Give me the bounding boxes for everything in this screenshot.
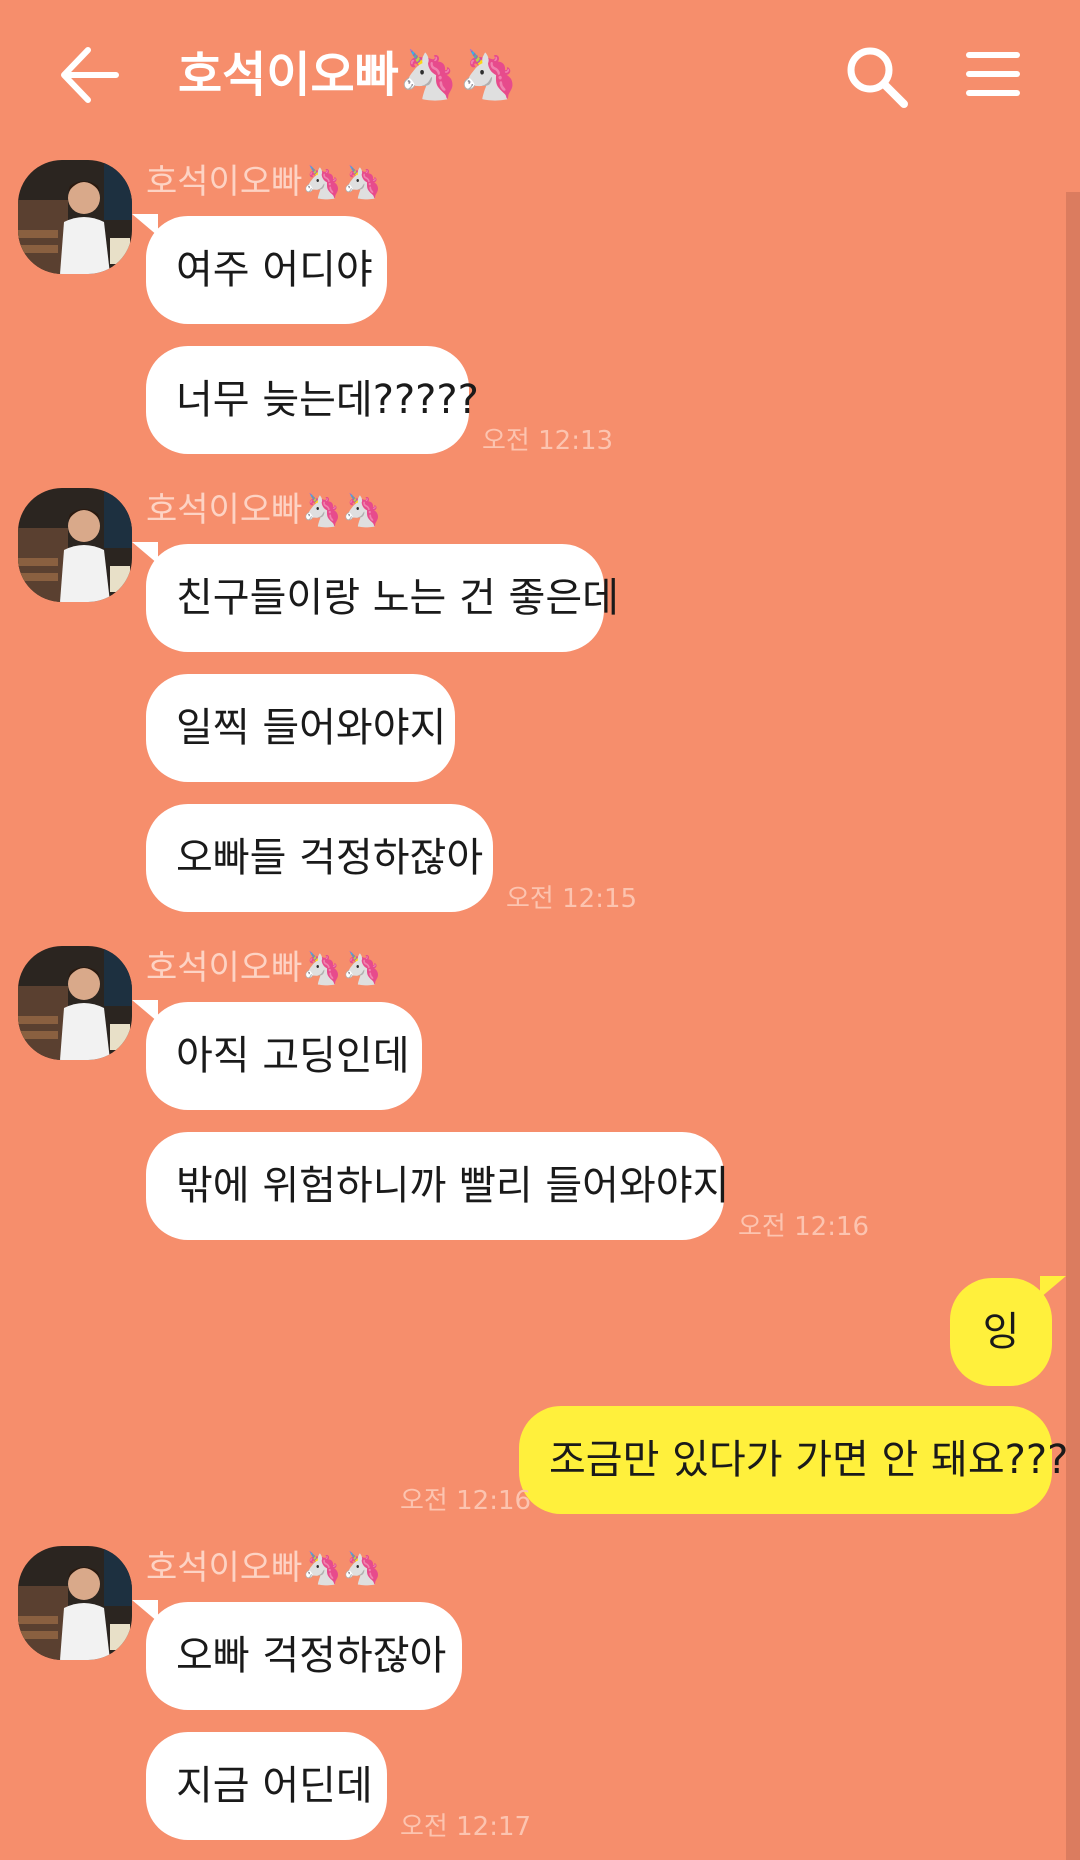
- message-timestamp: 오전 12:16: [400, 1486, 532, 1516]
- message-bubble[interactable]: 너무 늦는데?????: [146, 346, 479, 454]
- message-timestamp: 오전 12:13: [482, 426, 614, 456]
- message-bubble[interactable]: 밖에 위험하니까 빨리 들어와야지: [146, 1132, 729, 1240]
- unicorn-emoji-pair: 🦄🦄: [302, 163, 383, 201]
- message-bubble[interactable]: 오빠 걱정하잖아: [132, 1600, 462, 1710]
- message-bubble[interactable]: 아직 고딩인데: [132, 1000, 422, 1110]
- message-bubble[interactable]: 일찍 들어와야지: [146, 674, 455, 782]
- sender-name: 호석이오빠🦄🦄: [146, 1548, 383, 1588]
- avatar[interactable]: [18, 160, 132, 274]
- avatar[interactable]: [18, 946, 132, 1060]
- menu-button[interactable]: [966, 48, 1026, 100]
- avatar[interactable]: [18, 488, 132, 602]
- message-bubble[interactable]: 지금 어딘데: [146, 1732, 387, 1840]
- chat-title: 호석이오빠🦄🦄: [178, 47, 519, 103]
- sender-name: 호석이오빠🦄🦄: [146, 948, 383, 988]
- back-button[interactable]: [58, 38, 120, 112]
- sender-name: 호석이오빠🦄🦄: [146, 162, 383, 202]
- sender-name: 호석이오빠🦄🦄: [146, 490, 383, 530]
- avatar-photo: [18, 946, 132, 1060]
- search-icon: [847, 47, 908, 108]
- chat-header: 호석이오빠🦄🦄: [0, 0, 1080, 150]
- unicorn-emoji-pair: 🦄🦄: [302, 491, 383, 529]
- my-message-bubble[interactable]: 잉: [950, 1276, 1066, 1386]
- unicorn-emoji-pair: 🦄🦄: [302, 1549, 383, 1587]
- unicorn-emoji-pair: 🦄🦄: [302, 949, 383, 987]
- arrow-left-icon: [61, 47, 119, 103]
- avatar-photo: [18, 488, 132, 602]
- message-timestamp: 오전 12:16: [738, 1212, 870, 1242]
- message-timestamp: 오전 12:17: [400, 1812, 532, 1842]
- avatar-photo: [18, 1546, 132, 1660]
- message-timestamp: 오전 12:15: [506, 884, 638, 914]
- message-bubble[interactable]: 친구들이랑 노는 건 좋은데: [132, 542, 619, 652]
- scrollbar[interactable]: [1066, 192, 1080, 1860]
- hamburger-menu-icon: [966, 48, 1020, 100]
- avatar-photo: [18, 160, 132, 274]
- avatar[interactable]: [18, 1546, 132, 1660]
- my-message-bubble[interactable]: 조금만 있다가 가면 안 돼요???: [519, 1406, 1068, 1514]
- message-bubble[interactable]: 여주 어디야: [132, 214, 387, 324]
- message-bubble[interactable]: 오빠들 걱정하잖아: [146, 804, 493, 912]
- search-button[interactable]: [842, 42, 912, 112]
